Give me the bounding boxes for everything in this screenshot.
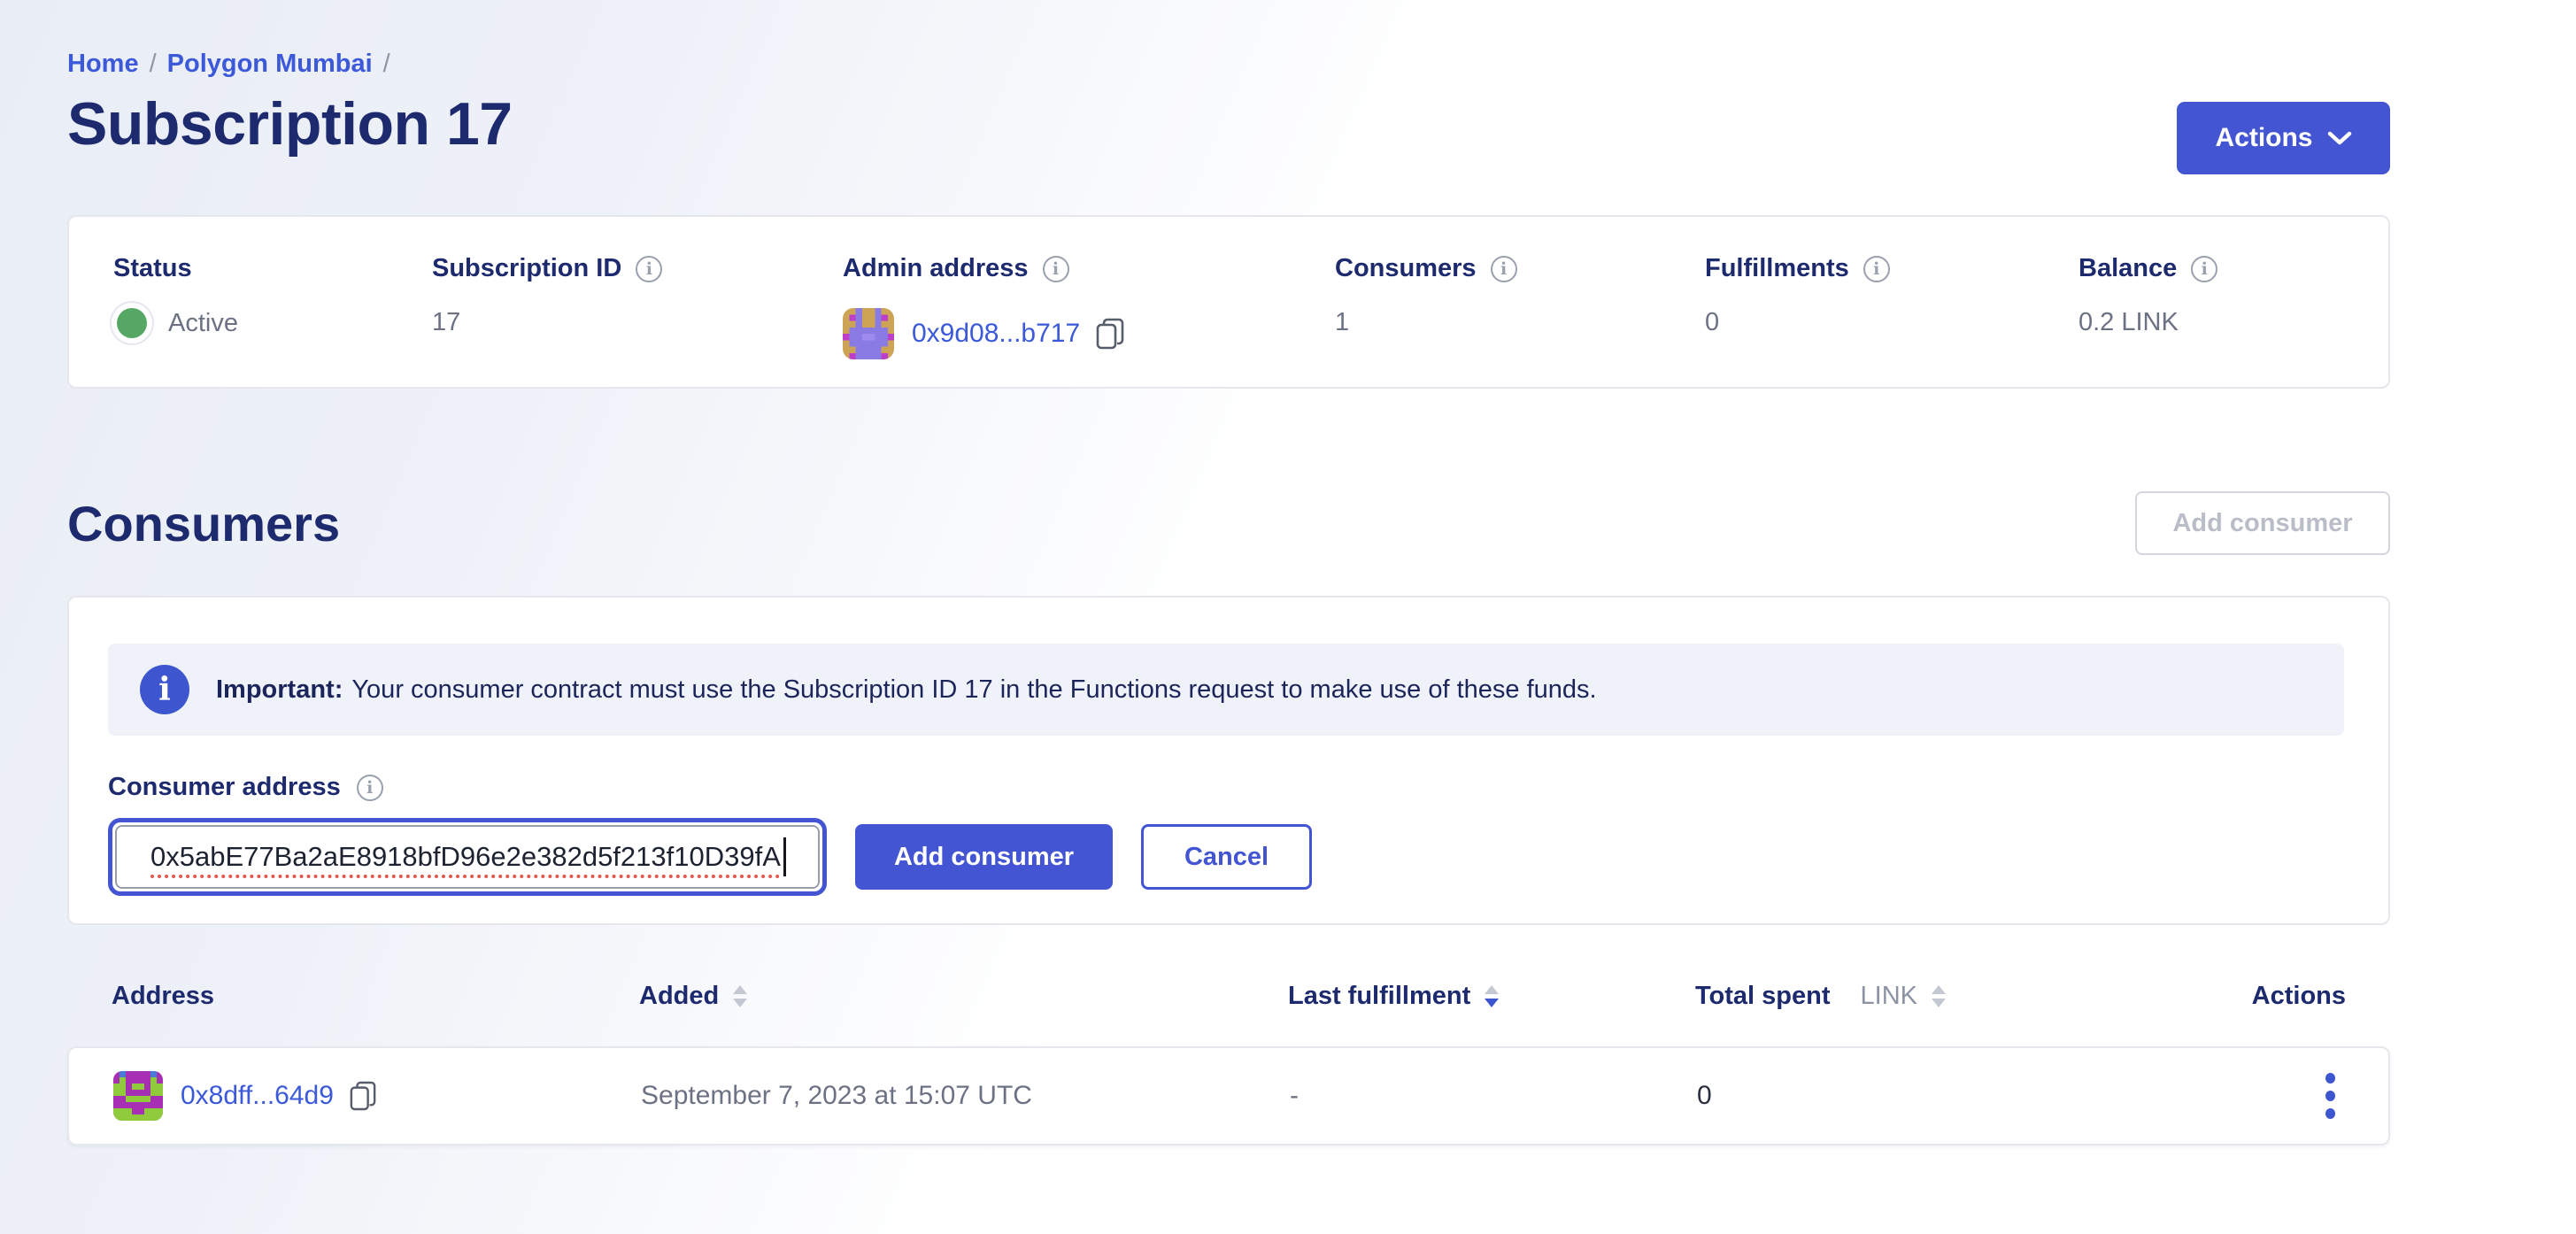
important-banner-rest: Your consumer contract must use the Subs…	[351, 675, 1596, 704]
consumer-address-input-value: 0x5abE77Ba2aE8918bfD96e2e382d5f213f10D39…	[150, 841, 781, 873]
row-address-cell: 0x8dff...64d9	[113, 1071, 641, 1121]
text-cursor	[783, 837, 786, 876]
consumer-avatar	[113, 1071, 163, 1121]
row-added-cell: September 7, 2023 at 15:07 UTC	[641, 1081, 1290, 1111]
column-header-last-fulfillment[interactable]: Last fulfillment	[1288, 982, 1695, 1011]
info-icon[interactable]: i	[357, 775, 383, 801]
consumers-section-header: Consumers Add consumer	[67, 491, 2390, 555]
consumers-label: Consumers	[1335, 254, 1477, 283]
important-banner-text: Important: Your consumer contract must us…	[216, 675, 1597, 705]
address-header-label: Address	[112, 982, 214, 1011]
sort-icon[interactable]	[733, 985, 747, 1007]
row-last-fulfillment-cell: -	[1290, 1081, 1697, 1111]
actions-button-label: Actions	[2215, 123, 2312, 153]
total-spent-value: 0	[1697, 1081, 1712, 1111]
summary-balance: Balance i 0.2 LINK	[2079, 254, 2388, 387]
subscription-id-label: Subscription ID	[432, 254, 621, 283]
add-consumer-submit-button[interactable]: Add consumer	[855, 824, 1113, 890]
info-icon[interactable]: i	[1043, 256, 1069, 282]
row-actions-cell	[2193, 1068, 2344, 1124]
breadcrumb-separator: /	[383, 50, 390, 79]
breadcrumb-network-link[interactable]: Polygon Mumbai	[167, 50, 373, 79]
page-content: Home / Polygon Mumbai / Subscription 17 …	[0, 0, 2576, 1145]
subscription-summary-card: Status Active Subscription ID i 17 Admin…	[67, 215, 2390, 389]
actions-header-label: Actions	[2252, 982, 2346, 1010]
add-consumer-panel: i Important: Your consumer contract must …	[67, 596, 2390, 925]
column-header-added[interactable]: Added	[639, 982, 1288, 1011]
breadcrumb-separator: /	[150, 50, 157, 79]
chevron-down-icon	[2327, 130, 2352, 146]
info-icon[interactable]: i	[1491, 256, 1517, 282]
last-fulfillment-value: -	[1290, 1081, 1299, 1111]
summary-admin-address: Admin address i 0x9d08...b717	[843, 254, 1335, 387]
consumer-address-label: Consumer address	[108, 773, 341, 802]
admin-avatar	[843, 308, 894, 359]
add-consumer-button-disabled[interactable]: Add consumer	[2135, 491, 2390, 555]
added-value: September 7, 2023 at 15:07 UTC	[641, 1081, 1032, 1111]
consumer-address-form-row: 0x5abE77Ba2aE8918bfD96e2e382d5f213f10D39…	[108, 818, 2344, 896]
fulfillments-label: Fulfillments	[1705, 254, 1849, 283]
kebab-menu-icon[interactable]	[2317, 1068, 2344, 1124]
total-spent-header-label: Total spent	[1695, 982, 1831, 1011]
fulfillments-value: 0	[1705, 308, 1719, 337]
column-header-total-spent[interactable]: Total spent LINK	[1695, 982, 2191, 1011]
consumer-address-input[interactable]: 0x5abE77Ba2aE8918bfD96e2e382d5f213f10D39…	[115, 825, 820, 889]
consumers-value: 1	[1335, 308, 1349, 337]
sort-icon[interactable]	[1932, 985, 1946, 1007]
info-icon[interactable]: i	[2191, 256, 2217, 282]
status-value: Active	[168, 309, 238, 338]
consumers-table-header: Address Added Last fulfillment Total spe…	[67, 982, 2390, 1011]
balance-label: Balance	[2079, 254, 2177, 283]
column-header-address: Address	[112, 982, 639, 1011]
info-icon[interactable]: i	[636, 256, 662, 282]
last-fulfillment-header-label: Last fulfillment	[1288, 982, 1470, 1011]
breadcrumb-home-link[interactable]: Home	[67, 50, 139, 79]
added-header-label: Added	[639, 982, 719, 1011]
link-unit-label: LINK	[1861, 982, 1917, 1011]
subscription-id-value: 17	[432, 308, 460, 337]
balance-value: 0.2 LINK	[2079, 308, 2179, 337]
summary-status: Status Active	[113, 254, 432, 387]
admin-address-link[interactable]: 0x9d08...b717	[912, 319, 1080, 349]
summary-subscription-id: Subscription ID i 17	[432, 254, 843, 387]
copy-icon[interactable]	[1096, 318, 1124, 350]
consumer-address-label-row: Consumer address i	[108, 773, 2344, 802]
page-title: Subscription 17	[67, 89, 2390, 158]
column-header-actions: Actions	[2191, 982, 2346, 1011]
consumer-table-row: 0x8dff...64d9 September 7, 2023 at 15:07…	[67, 1046, 2390, 1145]
summary-fulfillments: Fulfillments i 0	[1705, 254, 2079, 387]
copy-icon[interactable]	[350, 1081, 376, 1111]
summary-consumers: Consumers i 1	[1335, 254, 1705, 387]
breadcrumb: Home / Polygon Mumbai /	[67, 50, 2390, 79]
admin-address-label: Admin address	[843, 254, 1029, 283]
row-total-spent-cell: 0	[1697, 1081, 2193, 1111]
consumers-section-title: Consumers	[67, 495, 340, 552]
important-banner-bold: Important:	[216, 675, 343, 704]
sort-icon-active-desc[interactable]	[1485, 985, 1499, 1007]
status-label: Status	[113, 254, 192, 283]
info-filled-icon: i	[140, 665, 189, 714]
important-banner: i Important: Your consumer contract must …	[108, 644, 2344, 736]
actions-button[interactable]: Actions	[2177, 102, 2390, 174]
status-active-dot	[117, 308, 147, 338]
consumer-address-input-focus-ring: 0x5abE77Ba2aE8918bfD96e2e382d5f213f10D39…	[108, 818, 827, 896]
consumer-address-link[interactable]: 0x8dff...64d9	[181, 1081, 334, 1111]
info-icon[interactable]: i	[1863, 256, 1890, 282]
cancel-button[interactable]: Cancel	[1141, 824, 1312, 890]
